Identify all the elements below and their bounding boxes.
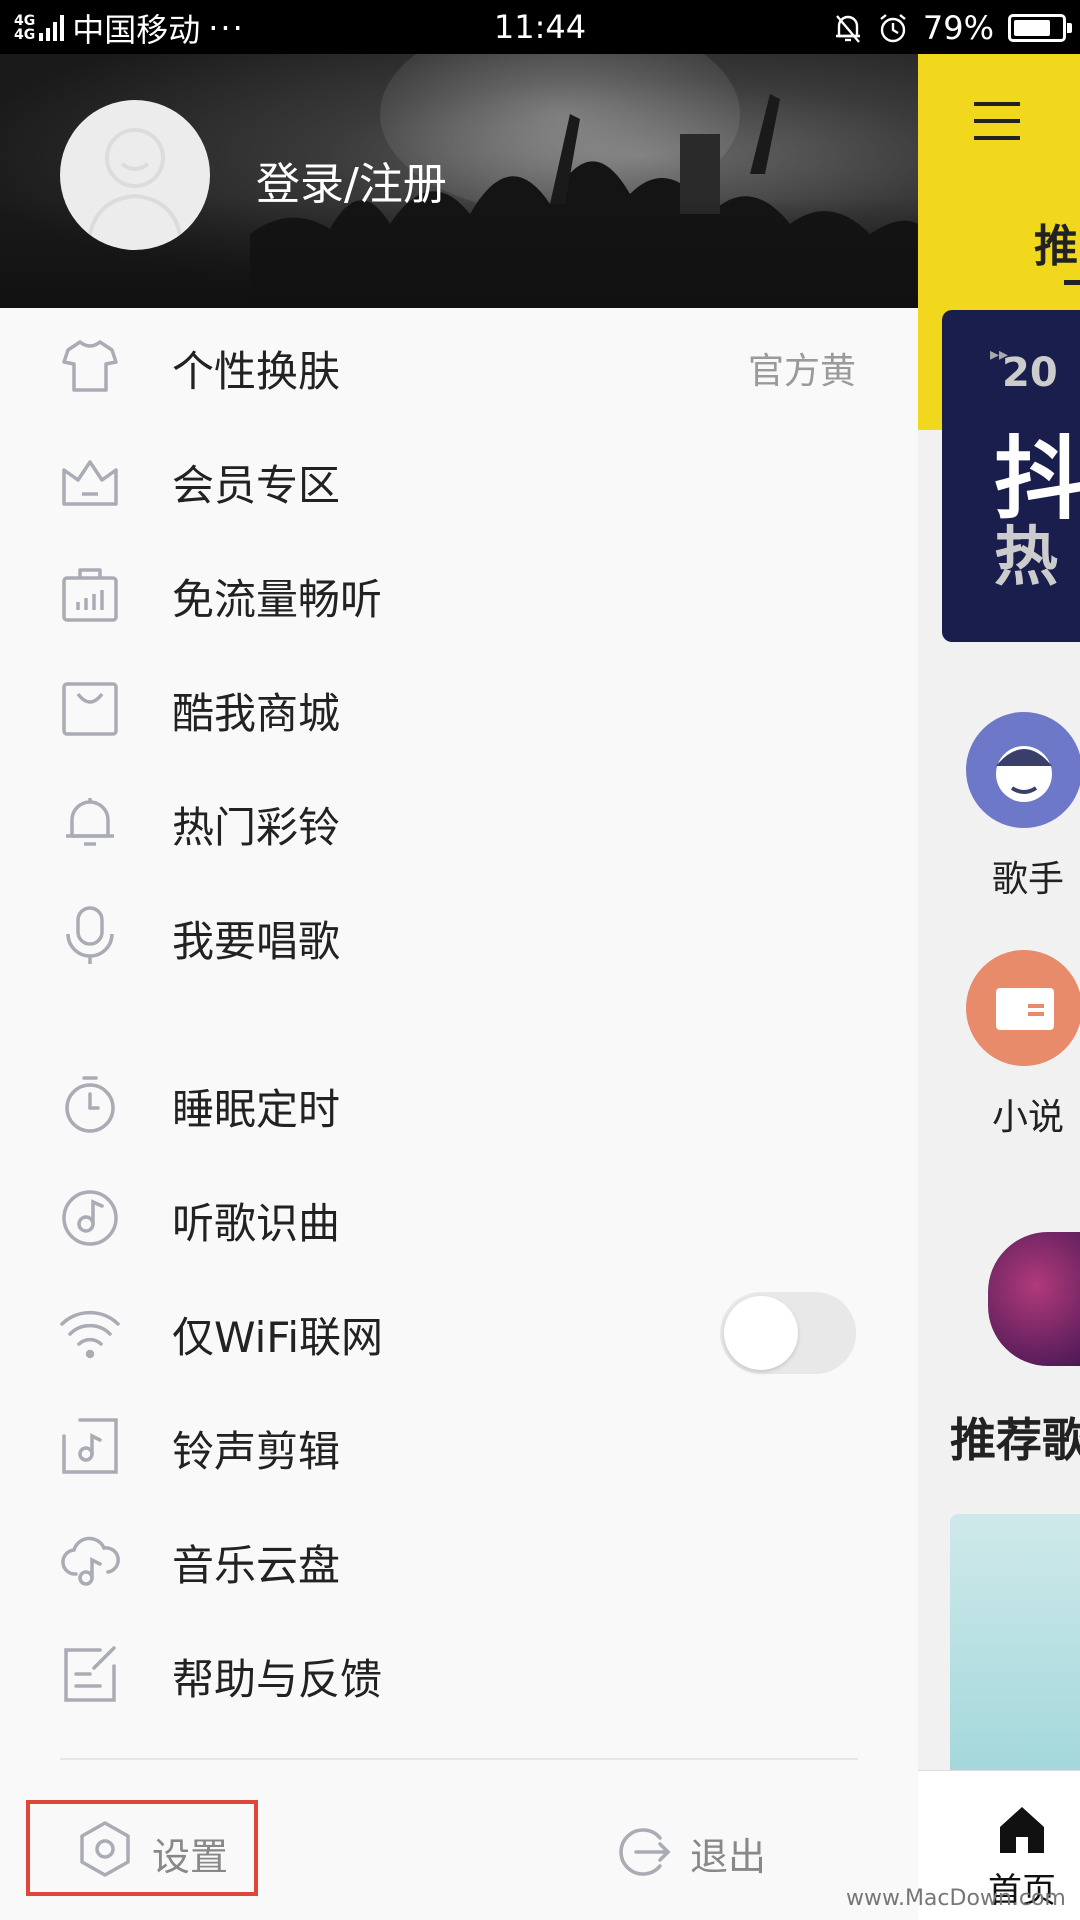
cloud-music-icon bbox=[61, 1536, 120, 1586]
menu-item-karaoke[interactable]: 我要唱歌 bbox=[0, 878, 918, 990]
logout-icon bbox=[619, 1828, 671, 1876]
current-skin-value: 官方黄 bbox=[747, 351, 856, 392]
menu-item-label: 听歌识曲 bbox=[172, 1199, 341, 1248]
menu-item-free-data[interactable]: 免流量畅听 bbox=[0, 536, 918, 648]
menu-item-label: 我要唱歌 bbox=[172, 917, 341, 966]
wifi-icon bbox=[60, 1310, 120, 1359]
tab-recommend[interactable]: 推 bbox=[1034, 210, 1078, 274]
music-recognize-icon bbox=[62, 1190, 118, 1246]
menu-item-store[interactable]: 酷我商城 bbox=[0, 650, 918, 762]
battery-icon bbox=[1008, 14, 1072, 42]
banner-text: 热 bbox=[994, 521, 1058, 595]
menu-item-label: 睡眠定时 bbox=[172, 1085, 341, 1134]
banner-text: 20 bbox=[1002, 350, 1058, 396]
toggle-knob bbox=[724, 1296, 798, 1370]
battery-percent: 79% bbox=[922, 9, 994, 47]
default-avatar-icon bbox=[86, 128, 184, 250]
category-label-singer: 歌手 bbox=[992, 859, 1065, 900]
menu-item-label: 个性换肤 bbox=[172, 347, 341, 396]
feedback-icon bbox=[64, 1646, 116, 1702]
bell-icon bbox=[66, 798, 114, 846]
drawer-footer: 设置 退出 bbox=[0, 1760, 918, 1920]
menu-item-label: 铃声剪辑 bbox=[172, 1427, 341, 1476]
hamburger-menu-icon[interactable] bbox=[974, 102, 1020, 142]
tshirt-icon bbox=[62, 340, 118, 392]
crown-icon bbox=[62, 460, 118, 506]
home-icon[interactable] bbox=[994, 1801, 1050, 1857]
mute-bell-icon bbox=[835, 15, 860, 43]
menu-item-song-recognition[interactable]: 听歌识曲 bbox=[0, 1160, 918, 1272]
menu-item-label: 音乐云盘 bbox=[172, 1541, 341, 1590]
singer-category-icon[interactable] bbox=[966, 712, 1080, 828]
menu-item-skin[interactable]: 个性换肤 官方黄 bbox=[0, 308, 918, 420]
promo-banner[interactable]: ▸▸ 20 抖 热 bbox=[942, 310, 1080, 642]
alarm-icon bbox=[880, 14, 906, 43]
timer-icon bbox=[65, 1076, 115, 1133]
menu-item-label: 酷我商城 bbox=[172, 689, 341, 738]
ringtone-edit-icon bbox=[62, 1418, 118, 1474]
menu-item-vip[interactable]: 会员专区 bbox=[0, 422, 918, 534]
menu-item-ringback[interactable]: 热门彩铃 bbox=[0, 764, 918, 876]
drawer-header: 登录/注册 bbox=[0, 54, 918, 308]
album-cover[interactable] bbox=[988, 1232, 1080, 1366]
watermark: www.MacDown.com bbox=[846, 1886, 1066, 1911]
avatar[interactable] bbox=[60, 100, 210, 250]
menu-item-help-feedback[interactable]: 帮助与反馈 bbox=[0, 1616, 918, 1728]
menu-item-sleep-timer[interactable]: 睡眠定时 bbox=[0, 1046, 918, 1158]
section-title-recommend-songs: 推荐歌 bbox=[950, 1413, 1080, 1467]
settings-label: 设置 bbox=[152, 1835, 229, 1879]
tab-indicator bbox=[1064, 280, 1080, 285]
menu-item-label: 会员专区 bbox=[172, 461, 341, 510]
status-right: 79% bbox=[833, 8, 1072, 48]
side-drawer: 登录/注册 个性换肤 官方黄 会员专区 免流量畅听 酷我商城 热门彩铃 我要唱歌… bbox=[0, 54, 918, 1920]
menu-item-cloud-drive[interactable]: 音乐云盘 bbox=[0, 1502, 918, 1614]
settings-button[interactable]: 设置 bbox=[26, 1800, 258, 1896]
data-bag-icon bbox=[62, 568, 118, 622]
novel-category-icon[interactable] bbox=[966, 950, 1080, 1066]
microphone-icon bbox=[66, 906, 114, 964]
logout-button[interactable]: 退出 bbox=[608, 1816, 788, 1886]
settings-hexagon-icon bbox=[80, 1821, 130, 1877]
menu-item-label: 热门彩铃 bbox=[172, 803, 341, 852]
menu-item-label: 免流量畅听 bbox=[172, 575, 383, 624]
status-bar: 4G 4G 中国移动 ··· 11:44 79% bbox=[0, 0, 1080, 54]
menu-item-wifi-only: 仅WiFi联网 bbox=[0, 1274, 918, 1386]
wifi-only-toggle[interactable] bbox=[720, 1292, 856, 1374]
login-register-link[interactable]: 登录/注册 bbox=[256, 148, 447, 212]
category-label-novel: 小说 bbox=[992, 1097, 1065, 1138]
menu-item-ringtone-edit[interactable]: 铃声剪辑 bbox=[0, 1388, 918, 1500]
shopping-bag-icon bbox=[62, 682, 118, 736]
menu-item-label: 帮助与反馈 bbox=[172, 1655, 383, 1704]
menu-item-label: 仅WiFi联网 bbox=[172, 1313, 384, 1362]
logout-label: 退出 bbox=[690, 1835, 767, 1879]
background-app: 推 ▸▸ 20 抖 热 歌手 小说 推荐歌 首页 bbox=[918, 54, 1080, 1920]
